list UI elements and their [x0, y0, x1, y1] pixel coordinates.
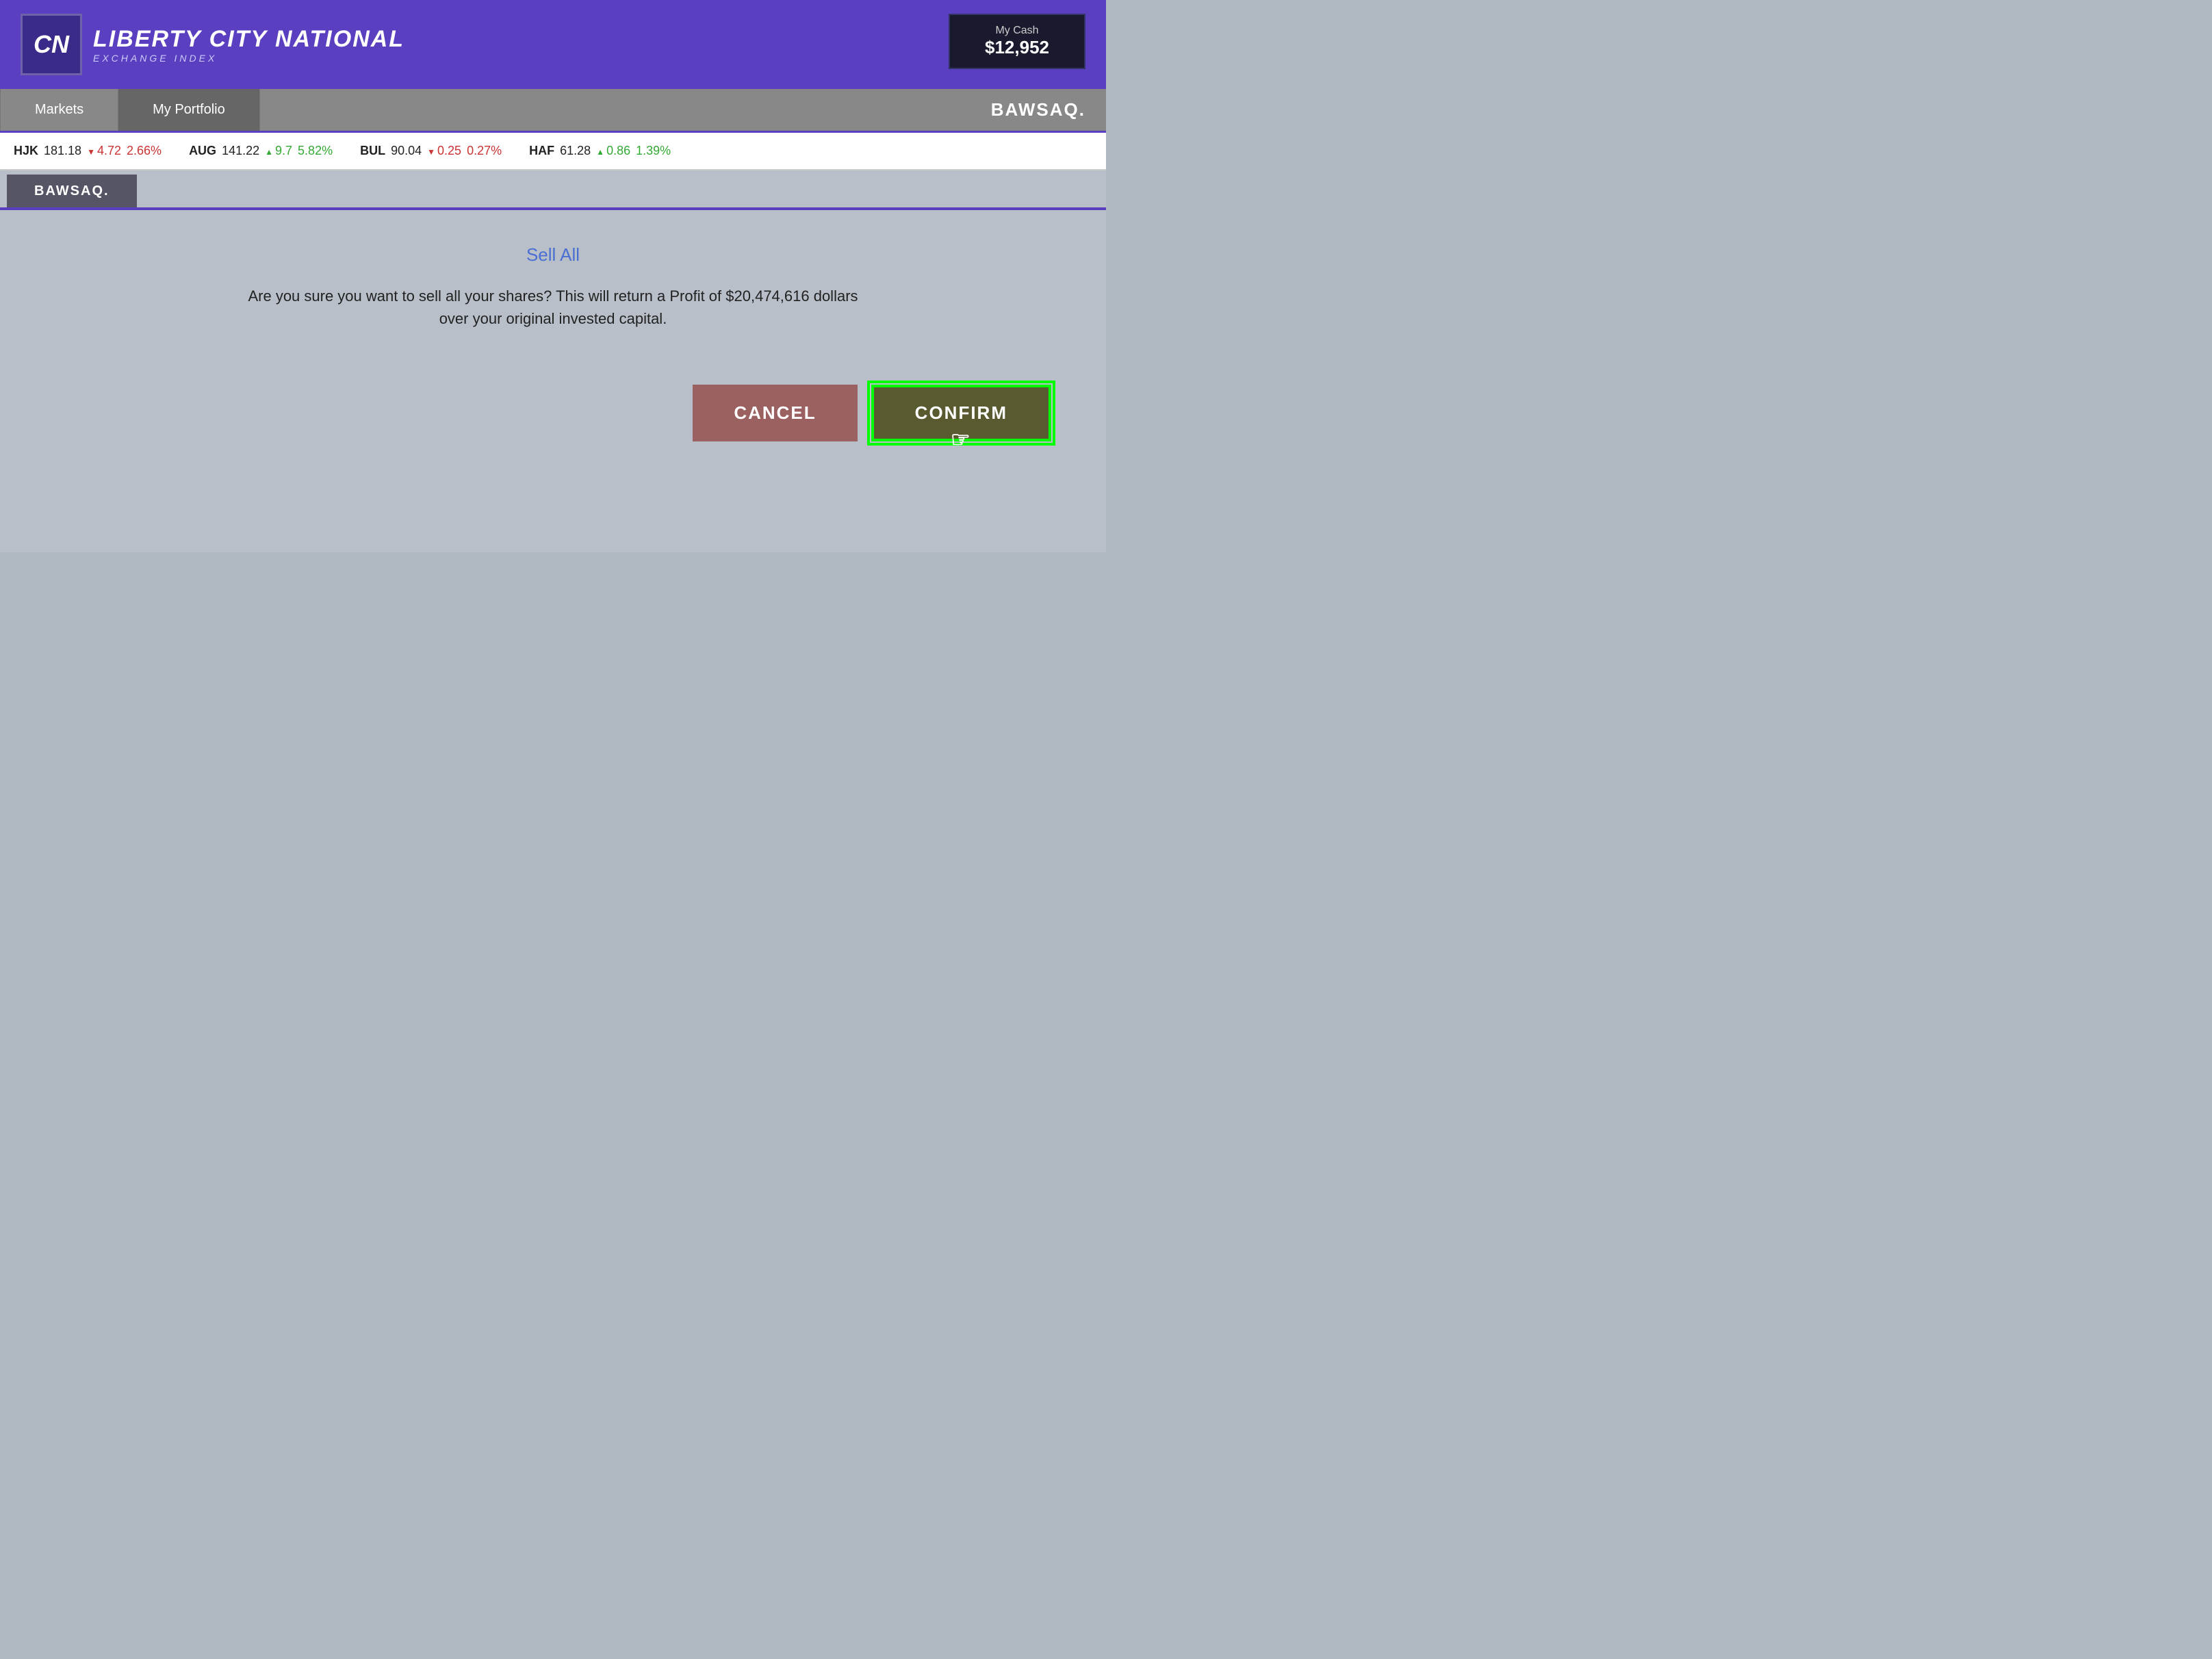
tab-my-portfolio[interactable]: My Portfolio	[118, 89, 260, 131]
arrow-up-icon	[596, 144, 604, 158]
cancel-button[interactable]: CANCEL	[693, 385, 857, 441]
ticker-item-haf: HAF 61.28 0.86 1.39%	[529, 144, 671, 158]
ticker-symbol: AUG	[189, 144, 216, 158]
ticker-item-hjk: HJK 181.18 4.72 2.66%	[14, 144, 162, 158]
ticker-change: 0.25	[427, 144, 461, 158]
cash-box: My Cash $12,952	[949, 14, 1085, 69]
cash-label: My Cash	[969, 25, 1065, 37]
brand-name: LIBERTY CITY NATIONAL	[93, 26, 404, 53]
cursor-icon: ☞	[951, 426, 972, 452]
ticker-item-bul: BUL 90.04 0.25 0.27%	[360, 144, 502, 158]
ticker-price: 90.04	[391, 144, 422, 158]
tab-markets[interactable]: Markets	[0, 89, 118, 131]
arrow-down-icon	[87, 144, 95, 158]
ticker-change: 0.86	[596, 144, 630, 158]
arrow-up-icon	[265, 144, 273, 158]
ticker-pct: 5.82%	[298, 144, 333, 158]
ticker-price: 141.22	[222, 144, 259, 158]
dialog-message: Are you sure you want to sell all your s…	[245, 285, 861, 330]
logo-area: CN LIBERTY CITY NATIONAL EXCHANGE INDEX	[21, 14, 404, 75]
ticker-change: 9.7	[265, 144, 292, 158]
ticker-bar: HJK 181.18 4.72 2.66% AUG 141.22 9.7 5.8…	[0, 133, 1106, 170]
ticker-symbol: HJK	[14, 144, 38, 158]
ticker-symbol: HAF	[529, 144, 554, 158]
buttons-row: CANCEL CONFIRM ☞	[41, 385, 1065, 441]
dialog-title: Sell All	[41, 244, 1065, 266]
ticker-symbol: BUL	[360, 144, 385, 158]
nav-bar: Markets My Portfolio BAWSAQ.	[0, 89, 1106, 133]
ticker-pct: 1.39%	[636, 144, 671, 158]
sub-tab-bawsaq[interactable]: BAWSAQ.	[7, 175, 137, 207]
ticker-price: 61.28	[560, 144, 591, 158]
ticker-item-aug: AUG 141.22 9.7 5.82%	[189, 144, 333, 158]
arrow-down-icon	[427, 144, 435, 158]
ticker-pct: 0.27%	[467, 144, 502, 158]
ticker-pct: 2.66%	[127, 144, 162, 158]
ticker-price: 181.18	[44, 144, 81, 158]
content-area: BAWSAQ. Sell All Are you sure you want t…	[0, 170, 1106, 552]
header: CN LIBERTY CITY NATIONAL EXCHANGE INDEX …	[0, 0, 1106, 89]
dialog-area: Sell All Are you sure you want to sell a…	[0, 210, 1106, 552]
confirm-button[interactable]: CONFIRM ☞	[871, 385, 1051, 441]
brand-text: LIBERTY CITY NATIONAL EXCHANGE INDEX	[93, 26, 404, 64]
sub-tab-bar: BAWSAQ.	[0, 170, 1106, 210]
logo-icon: CN	[21, 14, 82, 75]
bawsaq-nav-logo: BAWSAQ.	[970, 89, 1106, 131]
cash-amount: $12,952	[969, 37, 1065, 58]
ticker-change: 4.72	[87, 144, 121, 158]
brand-sub: EXCHANGE INDEX	[93, 53, 404, 64]
